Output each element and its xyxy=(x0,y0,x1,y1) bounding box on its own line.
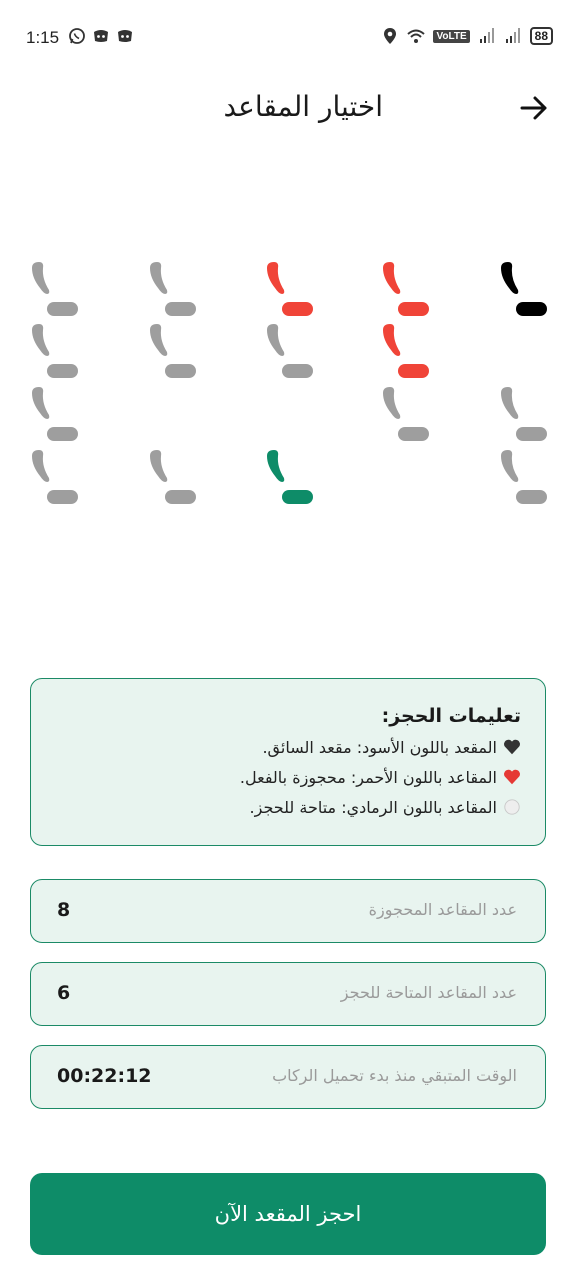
available-seats-count-field: عدد المقاعد المتاحة للحجز 6 xyxy=(30,962,546,1026)
booked-seats-count-label: عدد المقاعد المحجوزة xyxy=(368,900,517,919)
seat-icon xyxy=(267,324,313,378)
seat-icon xyxy=(267,450,313,504)
instruction-driver-seat: المقعد باللون الأسود: مقعد السائق. xyxy=(55,733,521,763)
seat-icon xyxy=(501,262,547,316)
seat-icon xyxy=(501,387,547,441)
time-remaining-value: 00:22:12 xyxy=(57,1065,152,1087)
seat-available[interactable] xyxy=(141,446,201,506)
seat-icon xyxy=(501,450,547,504)
book-seat-button-label: احجز المقعد الآن xyxy=(214,1202,362,1226)
seat-available[interactable] xyxy=(492,446,552,506)
instruction-available-seats: المقاعد باللون الرمادي: متاحة للحجز. xyxy=(55,793,521,823)
seat-available[interactable] xyxy=(23,383,83,443)
seat-icon xyxy=(150,450,196,504)
seat-available[interactable] xyxy=(23,258,83,318)
seat-available[interactable] xyxy=(258,320,318,380)
seat-icon xyxy=(32,450,78,504)
seat-icon xyxy=(32,324,78,378)
black-heart-icon xyxy=(504,739,520,755)
seat-icon xyxy=(32,262,78,316)
seat-booked[interactable] xyxy=(258,258,318,318)
available-seats-count-label: عدد المقاعد المتاحة للحجز xyxy=(340,983,517,1002)
seat-booked[interactable] xyxy=(374,258,434,318)
seat-icon xyxy=(150,262,196,316)
seat-available[interactable] xyxy=(374,383,434,443)
instructions-title: تعليمات الحجز: xyxy=(381,705,521,727)
seat-available[interactable] xyxy=(141,320,201,380)
instruction-booked-seats: المقاعد باللون الأحمر: محجوزة بالفعل. xyxy=(55,763,521,793)
available-seats-count-value: 6 xyxy=(57,982,71,1004)
seat-selected[interactable] xyxy=(258,446,318,506)
seat-icon xyxy=(32,387,78,441)
time-remaining-field: الوقت المتبقي منذ بدء تحميل الركاب 00:22… xyxy=(30,1045,546,1109)
white-circle-icon xyxy=(504,799,520,815)
booking-instructions-card: تعليمات الحجز: المقعد باللون الأسود: مقع… xyxy=(30,678,546,846)
seat-available[interactable] xyxy=(23,320,83,380)
book-seat-button[interactable]: احجز المقعد الآن xyxy=(30,1173,546,1255)
seat-icon xyxy=(383,262,429,316)
seat-booked[interactable] xyxy=(374,320,434,380)
time-remaining-label: الوقت المتبقي منذ بدء تحميل الركاب xyxy=(272,1066,517,1085)
seat-icon xyxy=(267,262,313,316)
seat-map xyxy=(0,0,579,600)
seat-available[interactable] xyxy=(23,446,83,506)
seat-icon xyxy=(383,387,429,441)
seat-icon xyxy=(383,324,429,378)
red-heart-icon xyxy=(504,769,520,785)
booked-seats-count-value: 8 xyxy=(57,899,71,921)
booked-seats-count-field: عدد المقاعد المحجوزة 8 xyxy=(30,879,546,943)
seat-available[interactable] xyxy=(141,258,201,318)
seat-available[interactable] xyxy=(492,383,552,443)
seat-icon xyxy=(150,324,196,378)
seat-driver[interactable] xyxy=(492,258,552,318)
